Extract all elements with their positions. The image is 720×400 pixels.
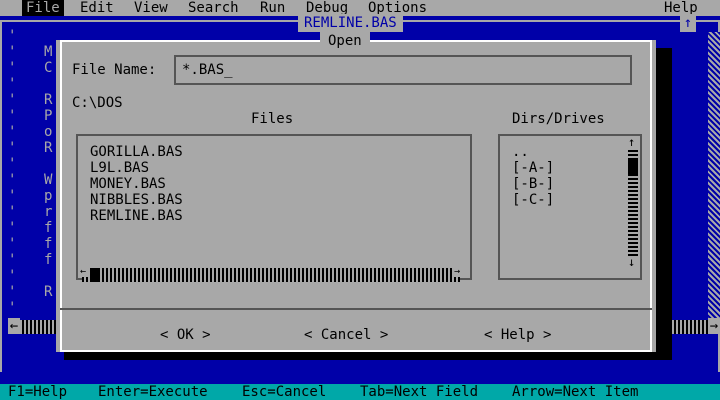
editor-code-letter: C bbox=[44, 60, 53, 76]
editor-comment-mark: ' bbox=[8, 140, 17, 156]
dir-item[interactable]: [-A-] bbox=[512, 160, 554, 176]
files-scroll-thumb[interactable] bbox=[90, 268, 98, 282]
open-dialog: Open File Name: *.BAS_ C:\DOS Files Dirs… bbox=[56, 32, 656, 352]
status-enter-execute: Enter=Execute bbox=[98, 384, 208, 400]
menu-run[interactable]: Run bbox=[256, 0, 289, 16]
ok-button[interactable]: < OK > bbox=[160, 326, 211, 344]
cancel-button[interactable]: < Cancel > bbox=[304, 326, 388, 344]
editor-comment-mark: ' bbox=[8, 220, 17, 236]
editor-code-letter: f bbox=[44, 236, 53, 252]
editor-code-letter: r bbox=[44, 204, 53, 220]
scroll-left-icon[interactable]: ← bbox=[8, 318, 20, 334]
editor-code-letter: P bbox=[44, 108, 53, 124]
file-item[interactable]: NIBBLES.BAS bbox=[90, 192, 183, 208]
editor-comment-mark: ' bbox=[8, 188, 17, 204]
editor-code-letter: f bbox=[44, 252, 53, 268]
editor-comment-mark: ' bbox=[8, 236, 17, 252]
editor-comment-mark: ' bbox=[8, 156, 17, 172]
file-item[interactable]: MONEY.BAS bbox=[90, 176, 166, 192]
dialog-title: Open bbox=[320, 32, 370, 50]
file-name-input[interactable]: *.BAS_ bbox=[174, 55, 632, 85]
menu-view[interactable]: View bbox=[130, 0, 172, 16]
editor-code-letter: o bbox=[44, 124, 53, 140]
editor-vertical-scrollbar[interactable] bbox=[708, 32, 720, 320]
status-bar: F1=Help Enter=Execute Esc=Cancel Tab=Nex… bbox=[0, 384, 720, 400]
files-header: Files bbox=[251, 111, 294, 127]
editor-code-letter: W bbox=[44, 172, 53, 188]
files-scroll-right-icon[interactable]: → bbox=[454, 266, 462, 277]
dirs-header: Dirs/Drives bbox=[512, 111, 605, 127]
status-tab-next-field: Tab=Next Field bbox=[360, 384, 479, 400]
dirs-scroll-thumb[interactable] bbox=[628, 160, 638, 174]
dir-item[interactable]: [-B-] bbox=[512, 176, 554, 192]
dir-item[interactable]: [-C-] bbox=[512, 192, 554, 208]
editor-comment-mark: ' bbox=[8, 252, 17, 268]
menu-edit[interactable]: Edit bbox=[76, 0, 118, 16]
file-item[interactable]: REMLINE.BAS bbox=[90, 208, 183, 224]
dirs-vertical-scrollbar[interactable]: ↑ ↓ bbox=[628, 136, 638, 268]
scroll-right-icon[interactable]: → bbox=[708, 318, 720, 334]
editor-comment-mark: ' bbox=[8, 124, 17, 140]
editor-comment-mark: ' bbox=[8, 44, 17, 60]
files-listbox[interactable]: GORILLA.BAS L9L.BAS MONEY.BAS NIBBLES.BA… bbox=[76, 134, 472, 282]
editor-comment-mark: ' bbox=[8, 28, 17, 44]
dirs-scroll-up-icon[interactable]: ↑ bbox=[628, 136, 638, 148]
status-f1-help: F1=Help bbox=[8, 384, 68, 400]
maximize-arrow-icon[interactable]: ↑ bbox=[680, 14, 696, 32]
files-scroll-left-icon[interactable]: ← bbox=[80, 266, 88, 277]
editor-code-letter: R bbox=[44, 284, 53, 300]
editor-comment-mark: ' bbox=[8, 172, 17, 188]
editor-comment-mark: ' bbox=[8, 300, 17, 316]
file-name-label: File Name: bbox=[72, 62, 157, 78]
editor-title: REMLINE.BAS bbox=[298, 14, 403, 32]
files-horizontal-scrollbar[interactable]: ← → bbox=[80, 266, 462, 282]
editor-comment-mark: ' bbox=[8, 92, 17, 108]
menu-file[interactable]: File bbox=[22, 0, 64, 16]
editor-code-letter: p bbox=[44, 188, 53, 204]
editor-comment-mark: ' bbox=[8, 268, 17, 284]
status-arrow-next-item: Arrow=Next Item bbox=[512, 384, 639, 400]
current-path: C:\DOS bbox=[72, 95, 123, 111]
file-item[interactable]: GORILLA.BAS bbox=[90, 144, 183, 160]
dialog-separator bbox=[60, 308, 652, 310]
editor-left-border bbox=[0, 20, 2, 372]
editor-comment-mark: ' bbox=[8, 76, 17, 92]
help-button[interactable]: < Help > bbox=[484, 326, 551, 344]
file-item[interactable]: L9L.BAS bbox=[90, 160, 149, 176]
dirs-listbox[interactable]: .. [-A-] [-B-] [-C-] ↑ ↓ bbox=[498, 134, 642, 280]
menu-search[interactable]: Search bbox=[184, 0, 243, 16]
editor-comment-mark: ' bbox=[8, 108, 17, 124]
editor-code-letter: R bbox=[44, 140, 53, 156]
editor-code-letter: R bbox=[44, 92, 53, 108]
editor-code-letter: f bbox=[44, 220, 53, 236]
dir-item[interactable]: .. bbox=[512, 144, 529, 160]
status-esc-cancel: Esc=Cancel bbox=[242, 384, 327, 400]
dirs-scroll-down-icon[interactable]: ↓ bbox=[628, 256, 638, 268]
editor-comment-mark: ' bbox=[8, 284, 17, 300]
editor-code-letter: M bbox=[44, 44, 53, 60]
editor-comment-mark: ' bbox=[8, 60, 17, 76]
editor-comment-mark: ' bbox=[8, 204, 17, 220]
